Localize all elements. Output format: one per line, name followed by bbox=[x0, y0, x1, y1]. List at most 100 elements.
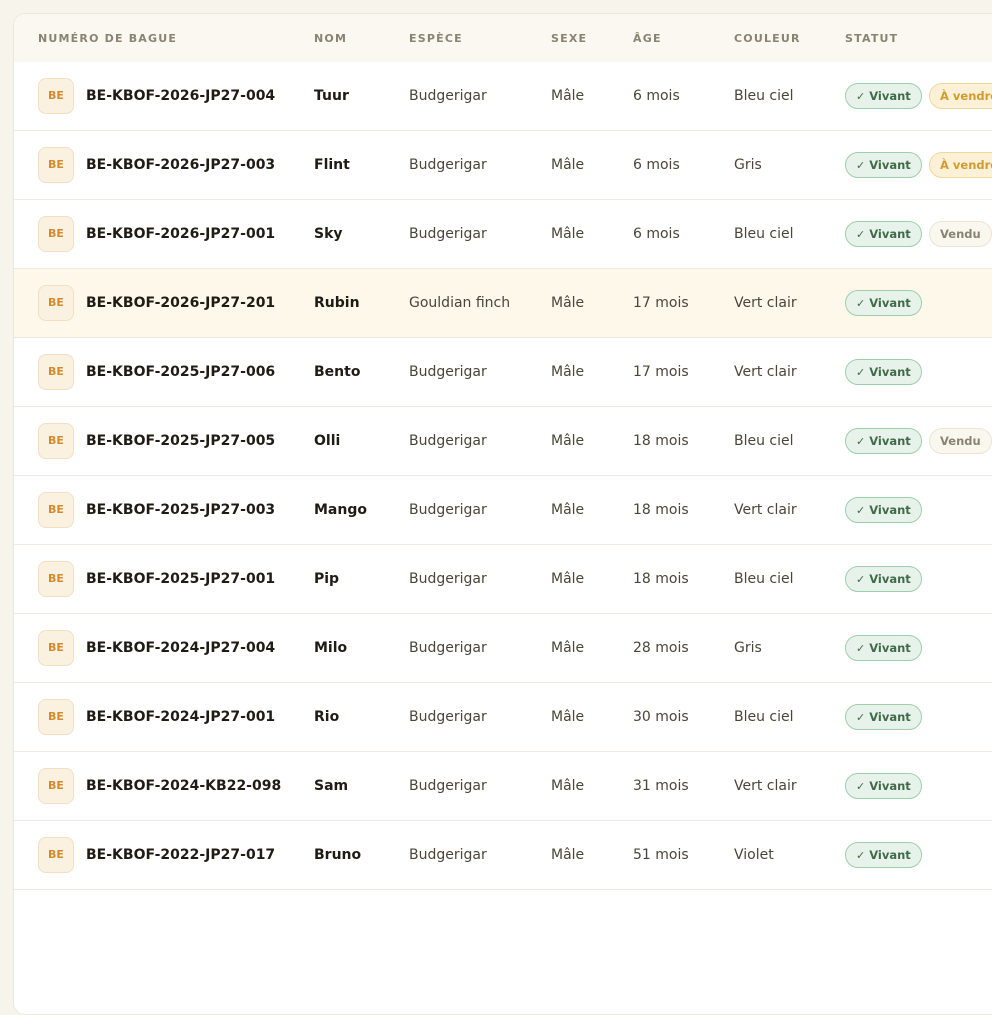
status-badge: ✓ Vivant bbox=[845, 428, 922, 454]
bird-name: Bruno bbox=[314, 847, 362, 863]
bird-age: 18 mois bbox=[633, 502, 689, 518]
check-icon: ✓ bbox=[856, 780, 866, 793]
country-badge: BE bbox=[38, 354, 74, 390]
bird-species: Budgerigar bbox=[409, 364, 487, 380]
bird-species: Budgerigar bbox=[409, 778, 487, 794]
status-badge: ✓ Vivant bbox=[845, 221, 922, 247]
bird-color: Bleu ciel bbox=[734, 709, 794, 725]
bird-species: Budgerigar bbox=[409, 640, 487, 656]
for-sale-badge: À vendre bbox=[929, 83, 992, 109]
ring-number: BE-KBOF-2025-JP27-005 bbox=[86, 433, 276, 449]
table-row[interactable]: BE BE-KBOF-2026-JP27-003 Flint Budgerigar Mâ… bbox=[14, 131, 992, 200]
status-label: Vivant bbox=[869, 848, 911, 862]
status-badge: ✓ Vivant bbox=[845, 704, 922, 730]
table-row[interactable]: BE BE-KBOF-2026-JP27-201 Rubin Gouldian fin… bbox=[14, 269, 992, 338]
bird-age: 6 mois bbox=[633, 88, 680, 104]
country-badge: BE bbox=[38, 78, 74, 114]
bird-color: Gris bbox=[734, 640, 762, 656]
bird-sex: Mâle bbox=[551, 502, 585, 518]
bird-sex: Mâle bbox=[551, 364, 585, 380]
column-header-status[interactable]: Statut bbox=[845, 32, 898, 45]
bird-age: 51 mois bbox=[633, 847, 689, 863]
status-label: Vivant bbox=[869, 296, 911, 310]
bird-species: Budgerigar bbox=[409, 502, 487, 518]
table-row[interactable]: BE BE-KBOF-2026-JP27-001 Sky Budgerigar Mâle… bbox=[14, 200, 992, 269]
status-label: Vivant bbox=[869, 710, 911, 724]
table-row[interactable]: BE BE-KBOF-2024-KB22-098 Sam Budgerigar Mâle… bbox=[14, 752, 992, 821]
table-row[interactable]: BE BE-KBOF-2025-JP27-001 Pip Budgerigar Mâle… bbox=[14, 545, 992, 614]
table-row[interactable]: BE BE-KBOF-2022-JP27-017 Bruno Budgerigar Mâ… bbox=[14, 821, 992, 890]
table-row[interactable]: BE BE-KBOF-2024-JP27-001 Rio Budgerigar Mâle… bbox=[14, 683, 992, 752]
bird-age: 6 mois bbox=[633, 157, 680, 173]
check-icon: ✓ bbox=[856, 642, 866, 655]
column-header-age[interactable]: Âge bbox=[633, 32, 662, 45]
country-badge: BE bbox=[38, 216, 74, 252]
table-row[interactable]: BE BE-KBOF-2025-JP27-005 Olli Budgerigar Mâl… bbox=[14, 407, 992, 476]
table-row[interactable]: BE BE-KBOF-2026-JP27-004 Tuur Budgerigar Mâl… bbox=[14, 62, 992, 131]
column-header-color[interactable]: Couleur bbox=[734, 32, 801, 45]
bird-age: 6 mois bbox=[633, 226, 680, 242]
bird-name: Mango bbox=[314, 502, 367, 518]
table-header: Numéro de bague Nom Espèce Sexe Âge Coul… bbox=[14, 14, 992, 63]
ring-number: BE-KBOF-2025-JP27-006 bbox=[86, 364, 276, 380]
check-icon: ✓ bbox=[856, 435, 866, 448]
country-badge: BE bbox=[38, 423, 74, 459]
status-badge: ✓ Vivant bbox=[845, 83, 922, 109]
bird-name: Pip bbox=[314, 571, 340, 587]
column-header-sex[interactable]: Sexe bbox=[551, 32, 587, 45]
status-badge: ✓ Vivant bbox=[845, 497, 922, 523]
status-badge: ✓ Vivant bbox=[845, 152, 922, 178]
status-badge: ✓ Vivant bbox=[845, 635, 922, 661]
bird-name: Rio bbox=[314, 709, 340, 725]
bird-age: 30 mois bbox=[633, 709, 689, 725]
country-badge: BE bbox=[38, 837, 74, 873]
table-row[interactable]: BE BE-KBOF-2025-JP27-003 Mango Budgerigar Mâ… bbox=[14, 476, 992, 545]
status-badge: ✓ Vivant bbox=[845, 773, 922, 799]
column-header-species[interactable]: Espèce bbox=[409, 32, 463, 45]
bird-color: Bleu ciel bbox=[734, 433, 794, 449]
table-row[interactable]: BE BE-KBOF-2024-JP27-004 Milo Budgerigar Mâl… bbox=[14, 614, 992, 683]
check-icon: ✓ bbox=[856, 297, 866, 310]
status-badge: ✓ Vivant bbox=[845, 290, 922, 316]
bird-species: Budgerigar bbox=[409, 226, 487, 242]
bird-species: Budgerigar bbox=[409, 433, 487, 449]
bird-color: Vert clair bbox=[734, 502, 797, 518]
column-header-name[interactable]: Nom bbox=[314, 32, 347, 45]
country-badge: BE bbox=[38, 630, 74, 666]
bird-age: 31 mois bbox=[633, 778, 689, 794]
check-icon: ✓ bbox=[856, 228, 866, 241]
country-badge: BE bbox=[38, 492, 74, 528]
status-label: Vivant bbox=[869, 158, 911, 172]
bird-color: Bleu ciel bbox=[734, 571, 794, 587]
ring-number: BE-KBOF-2026-JP27-004 bbox=[86, 88, 276, 104]
status-label: Vivant bbox=[869, 572, 911, 586]
bird-name: Rubin bbox=[314, 295, 360, 311]
for-sale-badge: À vendre bbox=[929, 152, 992, 178]
sold-badge: Vendu bbox=[929, 428, 992, 454]
ring-number: BE-KBOF-2026-JP27-003 bbox=[86, 157, 276, 173]
bird-age: 17 mois bbox=[633, 364, 689, 380]
bird-color: Vert clair bbox=[734, 364, 797, 380]
bird-age: 18 mois bbox=[633, 571, 689, 587]
bird-color: Vert clair bbox=[734, 778, 797, 794]
sold-badge: Vendu bbox=[929, 221, 992, 247]
bird-name: Bento bbox=[314, 364, 361, 380]
ring-number: BE-KBOF-2025-JP27-003 bbox=[86, 502, 276, 518]
status-label: Vivant bbox=[869, 89, 911, 103]
status-badge: ✓ Vivant bbox=[845, 566, 922, 592]
status-label: Vivant bbox=[869, 779, 911, 793]
bird-sex: Mâle bbox=[551, 88, 585, 104]
country-badge: BE bbox=[38, 147, 74, 183]
ring-number: BE-KBOF-2026-JP27-201 bbox=[86, 295, 276, 311]
check-icon: ✓ bbox=[856, 366, 866, 379]
table-row[interactable]: BE BE-KBOF-2025-JP27-006 Bento Budgerigar Mâ… bbox=[14, 338, 992, 407]
bird-color: Violet bbox=[734, 847, 774, 863]
status-label: Vivant bbox=[869, 365, 911, 379]
bird-sex: Mâle bbox=[551, 847, 585, 863]
bird-name: Milo bbox=[314, 640, 348, 656]
bird-species: Budgerigar bbox=[409, 571, 487, 587]
column-header-ring[interactable]: Numéro de bague bbox=[38, 32, 177, 45]
bird-name: Sam bbox=[314, 778, 349, 794]
bird-sex: Mâle bbox=[551, 778, 585, 794]
bird-species: Budgerigar bbox=[409, 847, 487, 863]
